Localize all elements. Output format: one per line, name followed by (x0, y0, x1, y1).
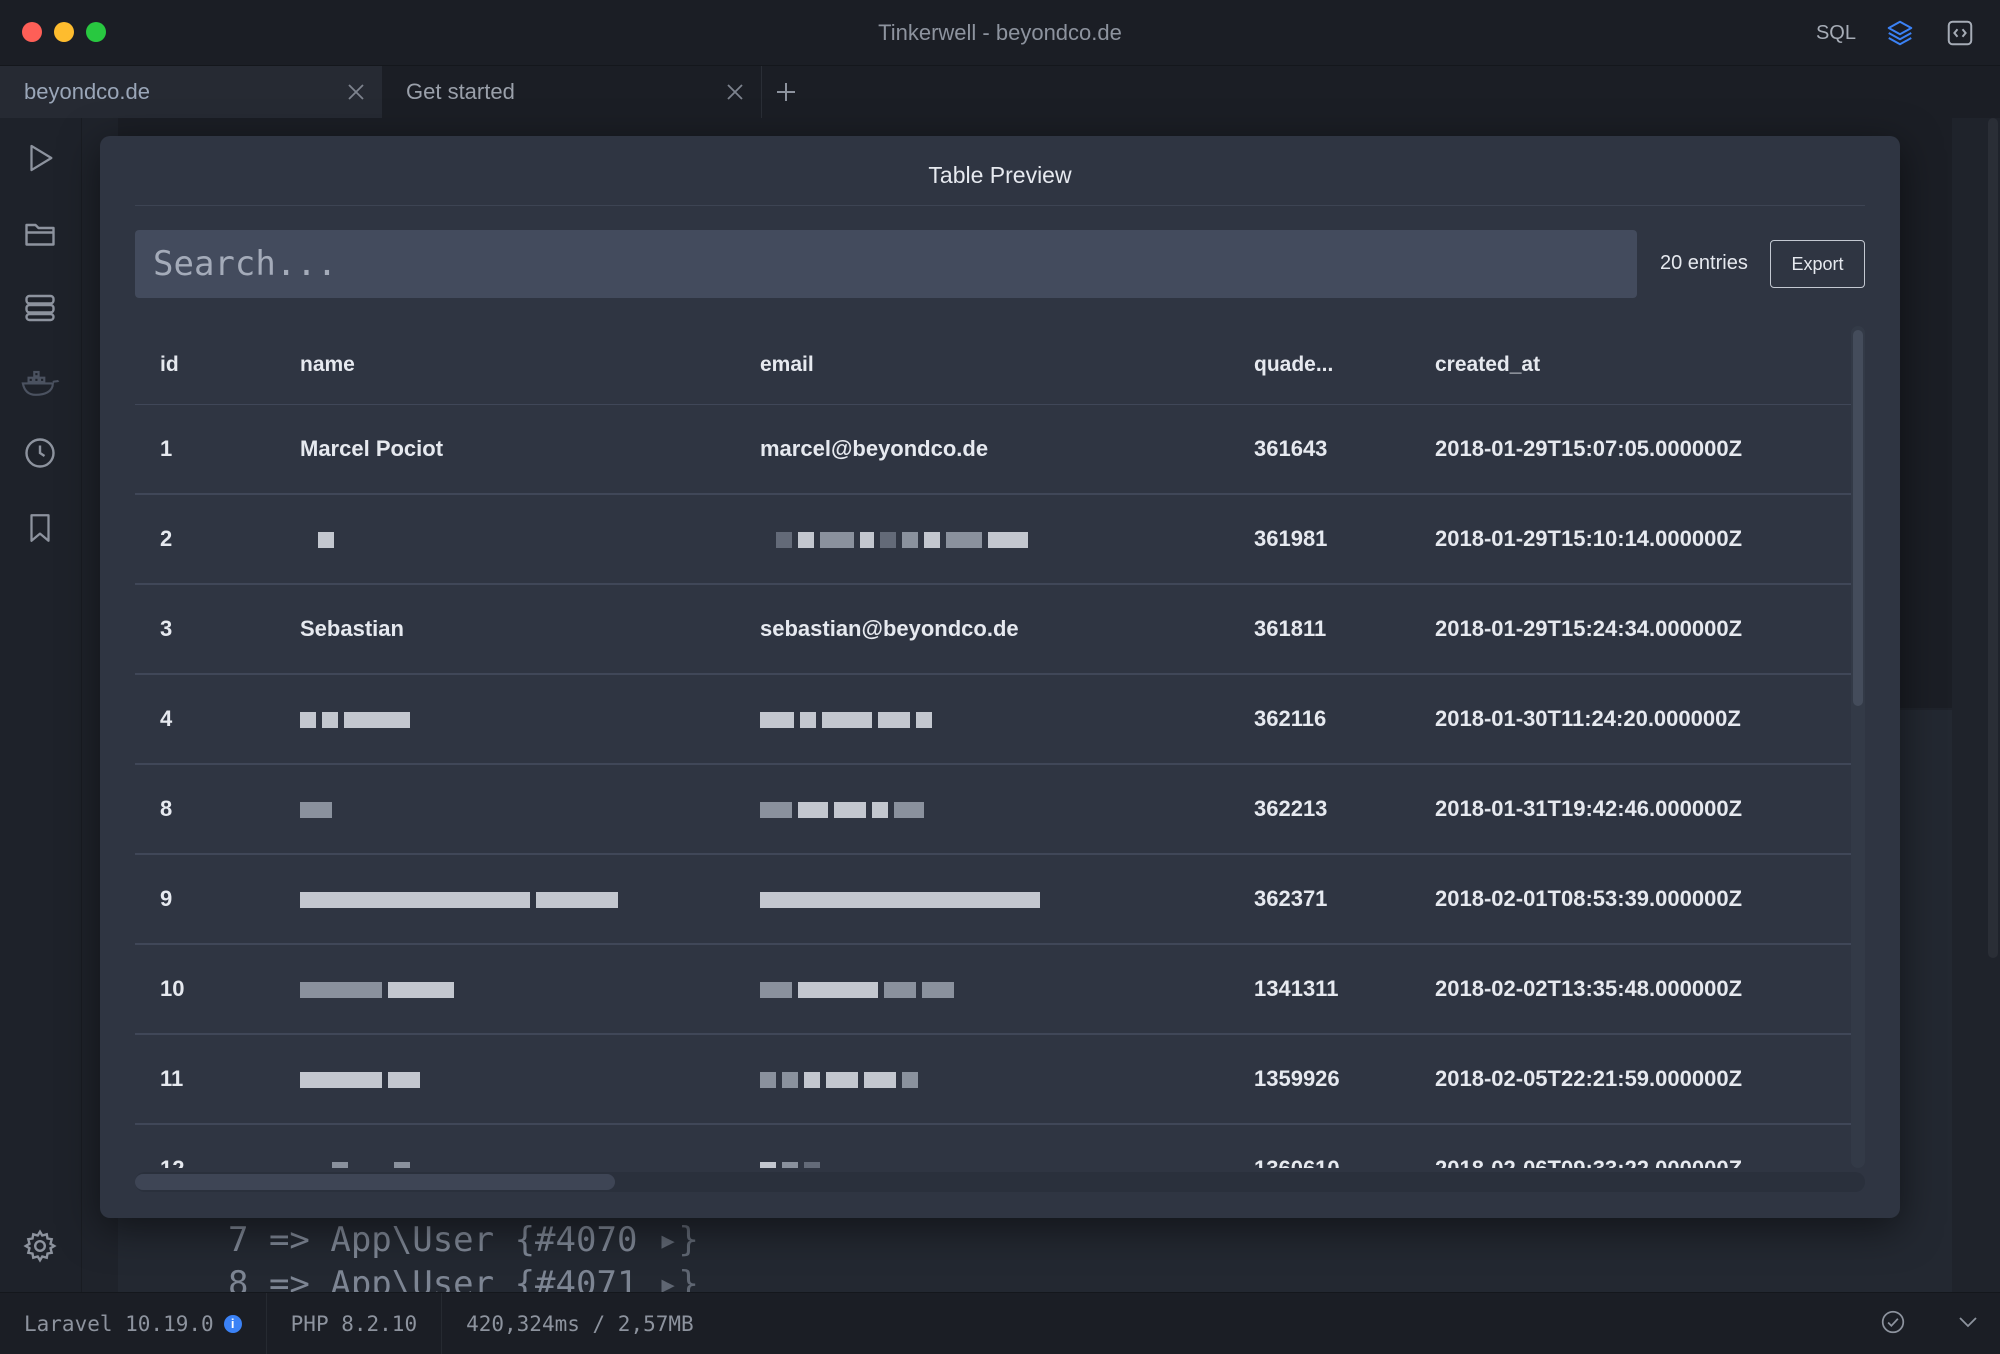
code-view-icon[interactable] (1944, 17, 1976, 49)
title-bar: Tinkerwell - beyondco.de SQL (0, 0, 2000, 66)
cell-name-redacted (300, 764, 760, 855)
cell-id: 3 (135, 584, 300, 675)
folder-icon[interactable] (20, 214, 60, 254)
window-title: Tinkerwell - beyondco.de (878, 20, 1122, 45)
php-version: PHP 8.2.10 (267, 1292, 443, 1354)
table-row[interactable]: 10 1341311 2018-02-02T13:35:48.000000Z (135, 944, 1851, 1035)
cell-quade: 362213 (1254, 764, 1435, 855)
bookmark-icon[interactable] (20, 508, 60, 548)
divider (135, 205, 1865, 206)
cell-created-at: 2018-01-29T15:10:14.000000Z (1435, 494, 1851, 585)
cell-email-redacted (760, 674, 1254, 765)
column-header-id[interactable]: id (135, 326, 300, 405)
modal-title: Table Preview (928, 162, 1072, 188)
tab-label: beyondco.de (24, 79, 150, 104)
cell-email-redacted (760, 494, 1254, 585)
gear-icon[interactable] (20, 1226, 60, 1266)
layers-icon[interactable] (1884, 17, 1916, 49)
tab-bar: beyondco.de Get started (0, 66, 2000, 118)
tab-label: Get started (406, 79, 515, 104)
cell-created-at: 2018-01-29T15:24:34.000000Z (1435, 584, 1851, 675)
column-header-created-at[interactable]: created_at (1435, 326, 1851, 405)
table-row[interactable]: 9 362371 2018-02-01T08:53:39.000000Z (135, 854, 1851, 945)
table-vertical-scrollbar[interactable] (1851, 326, 1865, 1168)
output-line: 7 => App\User {#4070 ▸} (228, 1220, 699, 1260)
cell-name-redacted (300, 674, 760, 765)
cell-email-redacted (760, 1034, 1254, 1125)
tab-get-started[interactable]: Get started (382, 66, 762, 118)
tab-beyondco[interactable]: beyondco.de (0, 66, 382, 118)
cell-created-at: 2018-02-01T08:53:39.000000Z (1435, 854, 1851, 945)
play-icon[interactable] (20, 138, 60, 178)
cell-created-at: 2018-01-30T11:24:20.000000Z (1435, 674, 1851, 765)
cell-id: 9 (135, 854, 300, 945)
clock-icon[interactable] (20, 433, 60, 473)
cell-email: marcel@beyondco.de (760, 404, 1254, 495)
cell-quade: 362371 (1254, 854, 1435, 945)
table-row[interactable]: 2 361981 2018-01-29T15:10:14.000000Z (135, 494, 1851, 585)
column-header-name[interactable]: name (300, 326, 760, 405)
cell-quade: 361981 (1254, 494, 1435, 585)
table-horizontal-scrollbar[interactable] (135, 1172, 1865, 1192)
cell-email-redacted (760, 1124, 1254, 1168)
check-icon[interactable] (1880, 1309, 1906, 1340)
column-header-email[interactable]: email (760, 326, 1254, 405)
table-row[interactable]: 4 362116 2018-01-30T11:24:20.000000Z (135, 674, 1851, 765)
cell-quade: 1360610 (1254, 1124, 1435, 1168)
data-table: id name email quade... created_at 1 Marc… (135, 326, 1851, 1168)
table-row[interactable]: 1 Marcel Pociot marcel@beyondco.de 36164… (135, 404, 1851, 495)
docker-icon[interactable] (20, 362, 60, 402)
cell-id: 12 (135, 1124, 300, 1168)
cell-name: Sebastian (300, 584, 760, 675)
laravel-version: Laravel 10.19.0 i (0, 1292, 267, 1354)
cell-quade: 1341311 (1254, 944, 1435, 1035)
close-tab-icon[interactable] (344, 80, 368, 104)
cell-email-redacted (760, 944, 1254, 1035)
cell-name-redacted (300, 494, 760, 585)
cell-id: 4 (135, 674, 300, 765)
search-input[interactable] (135, 230, 1637, 298)
status-bar: Laravel 10.19.0 i PHP 8.2.10 420,324ms / … (0, 1292, 2000, 1354)
cell-id: 8 (135, 764, 300, 855)
entries-count: 20 entries (1660, 252, 1748, 274)
cell-email: sebastian@beyondco.de (760, 584, 1254, 675)
table-row[interactable]: 8 362213 2018-01-31T19:42:46.000000Z (135, 764, 1851, 855)
sql-button[interactable]: SQL (1816, 22, 1856, 45)
info-icon[interactable]: i (223, 1314, 242, 1333)
cell-created-at: 2018-02-05T22:21:59.000000Z (1435, 1034, 1851, 1125)
cell-name-redacted (300, 944, 760, 1035)
cell-name-redacted (300, 1034, 760, 1125)
cell-name-redacted (300, 1124, 760, 1168)
close-tab-icon[interactable] (723, 80, 747, 104)
cell-id: 11 (135, 1034, 300, 1125)
cell-id: 1 (135, 404, 300, 495)
cell-email-redacted (760, 854, 1254, 945)
cell-quade: 361643 (1254, 404, 1435, 495)
add-tab-icon[interactable] (770, 76, 802, 108)
cell-id: 10 (135, 944, 300, 1035)
column-header-quade[interactable]: quade... (1254, 326, 1435, 405)
table-row[interactable]: 3 Sebastian sebastian@beyondco.de 361811… (135, 584, 1851, 675)
sidebar (0, 118, 82, 1292)
table-preview-modal: Table Preview 20 entries Export id name … (100, 136, 1900, 1218)
cell-id: 2 (135, 494, 300, 585)
editor-scrollbar[interactable] (1984, 118, 2000, 958)
cell-quade: 1359926 (1254, 1034, 1435, 1125)
performance-stats: 420,324ms / 2,57MB (466, 1311, 694, 1336)
cell-email-redacted (760, 764, 1254, 855)
table-header: id name email quade... created_at (135, 326, 1851, 405)
cell-created-at: 2018-02-02T13:35:48.000000Z (1435, 944, 1851, 1035)
cell-quade: 362116 (1254, 674, 1435, 765)
cell-name: Marcel Pociot (300, 404, 760, 495)
chevron-down-icon[interactable] (1956, 1310, 1980, 1339)
cell-created-at: 2018-01-29T15:07:05.000000Z (1435, 404, 1851, 495)
table-row[interactable]: 11 1359926 2018-02-05T22:21:59.000000Z (135, 1034, 1851, 1125)
cell-name-redacted (300, 854, 760, 945)
cell-created-at: 2018-02-06T09:33:22.000000Z (1435, 1124, 1851, 1168)
export-button[interactable]: Export (1770, 240, 1865, 288)
cell-quade: 361811 (1254, 584, 1435, 675)
cell-created-at: 2018-01-31T19:42:46.000000Z (1435, 764, 1851, 855)
database-icon[interactable] (20, 288, 60, 328)
table-row[interactable]: 12 1360610 2018-02-06T09:33:22.000000Z (135, 1124, 1851, 1168)
